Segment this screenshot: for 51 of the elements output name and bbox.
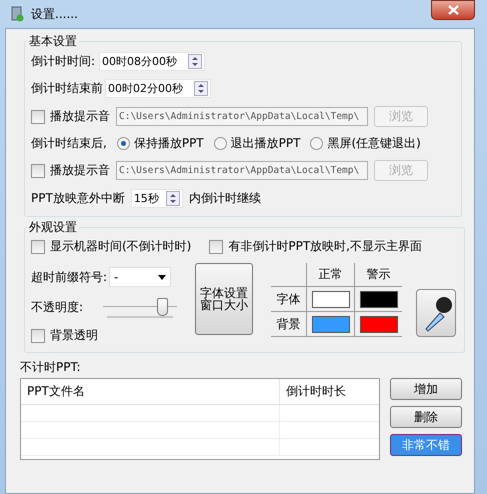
group-title: 基本设置 bbox=[28, 33, 78, 50]
color-swatch[interactable] bbox=[312, 316, 350, 332]
row-label: 字体 bbox=[276, 290, 301, 308]
field-label: 不透明度: bbox=[31, 298, 84, 316]
side-button[interactable]: 增加 bbox=[390, 378, 462, 400]
radio-label: 退出播放PPT bbox=[230, 135, 300, 152]
field-label: 内倒计时继续 bbox=[188, 190, 261, 207]
column-header: 倒计时时长 bbox=[279, 379, 379, 404]
column-header: PPT文件名 bbox=[26, 383, 86, 400]
column-header: 正常 bbox=[306, 263, 354, 286]
color-swatch[interactable] bbox=[360, 290, 398, 308]
column-header: 警示 bbox=[354, 263, 402, 286]
field-label: 超时前缀符号: bbox=[31, 268, 108, 286]
radio-button[interactable] bbox=[116, 137, 130, 150]
section-label: 不计时PPT: bbox=[20, 359, 82, 376]
spin-arrows-icon bbox=[166, 191, 180, 206]
slider-thumb[interactable] bbox=[157, 298, 168, 316]
interrupt-field[interactable]: 15秒 bbox=[130, 189, 183, 208]
radio-label: 保持播放PPT bbox=[134, 135, 204, 152]
spin-arrows-icon bbox=[188, 54, 202, 69]
path-field[interactable]: C:\Users\Administrator\AppData\Local\Temp\ bbox=[116, 107, 368, 126]
checkbox[interactable]: 有非倒计时PPT放映时,不显示主界面 bbox=[209, 238, 422, 255]
opacity-slider[interactable] bbox=[103, 297, 178, 317]
font-settings-button[interactable]: 字体设置 窗口大小 bbox=[195, 263, 254, 335]
side-button[interactable]: 删除 bbox=[390, 406, 462, 428]
prefix-dropdown[interactable]: - bbox=[109, 267, 172, 287]
radio-button[interactable] bbox=[214, 137, 227, 150]
color-picker-button[interactable] bbox=[416, 289, 456, 337]
checkbox[interactable]: 背景透明 bbox=[31, 327, 178, 344]
spin-arrows-icon bbox=[194, 81, 208, 96]
close-icon bbox=[448, 5, 458, 15]
field-label: 倒计时时间: bbox=[31, 53, 96, 70]
checkbox[interactable]: 播放提示音 bbox=[31, 108, 110, 125]
radio-button[interactable] bbox=[310, 137, 324, 150]
app-icon bbox=[9, 6, 25, 22]
checkbox[interactable]: 播放提示音 bbox=[31, 162, 110, 179]
row-label: 背景 bbox=[276, 316, 301, 332]
path-field[interactable]: C:\Users\Administrator\AppData\Local\Temp\ bbox=[116, 161, 368, 180]
warning-time-field[interactable]: 00时02分00秒 bbox=[105, 79, 211, 98]
group-title: 外观设置 bbox=[28, 219, 78, 236]
color-swatch[interactable] bbox=[312, 290, 350, 308]
field-label: 倒计时结束前 bbox=[31, 80, 103, 97]
close-button[interactable] bbox=[431, 0, 475, 20]
field-label: 倒计时结束后, bbox=[31, 135, 107, 152]
countdown-field[interactable]: 00时08分00秒 bbox=[99, 52, 206, 71]
caret-icon bbox=[158, 274, 166, 280]
color-swatch[interactable] bbox=[360, 316, 398, 332]
window-title: 设置...... bbox=[31, 6, 79, 22]
field-label: PPT放映意外中断 bbox=[31, 190, 125, 207]
checkbox[interactable]: 显示机器时间(不倒计时时) bbox=[31, 238, 192, 255]
radio-label: 黑屏(任意键退出) bbox=[327, 135, 421, 152]
